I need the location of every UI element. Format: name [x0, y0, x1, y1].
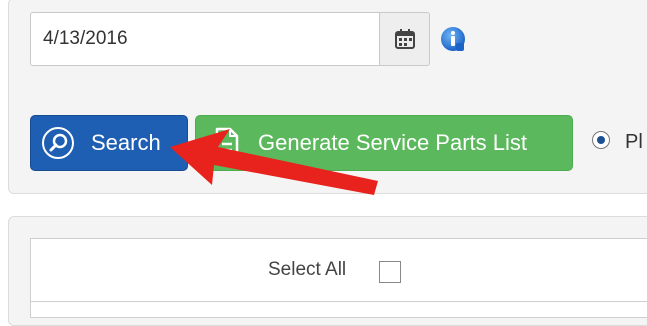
select-all-label: Select All	[268, 259, 347, 280]
search-button-label: Search	[91, 130, 161, 155]
calendar-button[interactable]	[379, 12, 430, 66]
calendar-icon	[394, 29, 415, 49]
radio-option[interactable]	[592, 131, 610, 149]
radio-option-label: Pl	[625, 131, 643, 153]
radio-selected-dot	[597, 136, 605, 144]
date-input[interactable]	[30, 12, 380, 66]
select-all-checkbox[interactable]	[379, 261, 401, 283]
search-icon	[42, 127, 74, 159]
arrow-annotation	[170, 129, 378, 195]
info-icon[interactable]	[438, 24, 468, 54]
